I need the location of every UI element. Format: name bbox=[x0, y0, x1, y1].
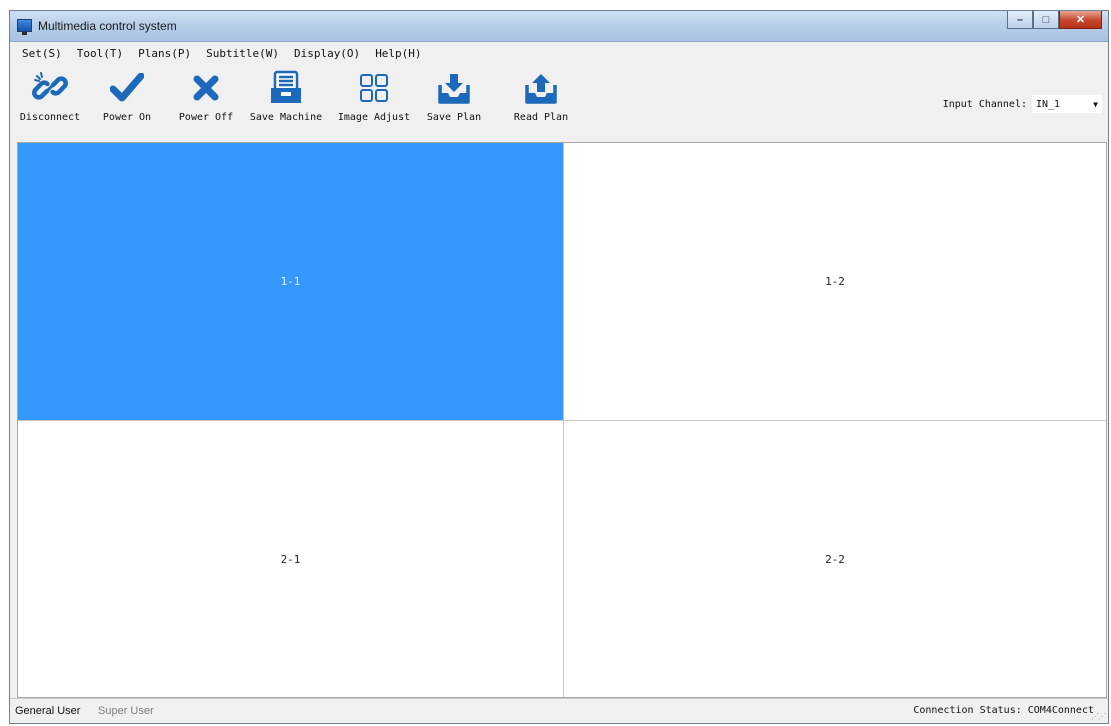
power-off-label: Power Off bbox=[178, 112, 234, 123]
save-machine-button[interactable]: Save Machine bbox=[242, 65, 330, 123]
power-on-label: Power On bbox=[102, 112, 152, 123]
power-off-button[interactable]: Power Off bbox=[170, 65, 242, 123]
screen-cell-2-2[interactable]: 2-2 bbox=[563, 420, 1106, 697]
chevron-down-icon: ▼ bbox=[1093, 99, 1098, 109]
app-monitor-icon bbox=[17, 19, 32, 35]
read-plan-label: Read Plan bbox=[513, 112, 569, 123]
screen-cell-2-1[interactable]: 2-1 bbox=[18, 420, 563, 697]
screen-grid: 1-1 1-2 2-1 2-2 bbox=[17, 142, 1107, 698]
menu-bar: Set(S) Tool(T) Plans(P) Subtitle(W) Disp… bbox=[10, 42, 1108, 64]
menu-set[interactable]: Set(S) bbox=[22, 47, 62, 60]
super-user-status[interactable]: Super User bbox=[98, 705, 154, 717]
screen-cell-label: 2-1 bbox=[280, 552, 301, 566]
image-adjust-label: Image Adjust bbox=[337, 112, 411, 123]
title-bar[interactable]: Multimedia control system – □ ✕ bbox=[10, 11, 1108, 42]
maximize-button[interactable]: □ bbox=[1033, 11, 1059, 29]
connection-status: Connection Status: COM4Connect bbox=[913, 705, 1094, 716]
x-icon bbox=[186, 65, 226, 111]
screen-cell-label: 1-2 bbox=[825, 275, 845, 288]
upload-tray-icon bbox=[521, 65, 561, 111]
window-controls: – □ ✕ bbox=[1007, 11, 1102, 30]
general-user-status[interactable]: General User bbox=[15, 705, 80, 717]
save-machine-label: Save Machine bbox=[249, 112, 323, 123]
screen-cell-label: 1-1 bbox=[280, 275, 301, 288]
main-window: Multimedia control system – □ ✕ Set(S) T… bbox=[9, 10, 1109, 724]
checkmark-icon bbox=[107, 65, 147, 111]
disconnect-button[interactable]: Disconnect bbox=[16, 65, 84, 123]
input-channel-value: IN_1 bbox=[1036, 98, 1061, 110]
image-adjust-button[interactable]: Image Adjust bbox=[331, 65, 417, 123]
window-title: Multimedia control system bbox=[38, 19, 177, 33]
status-bar: General User Super User Connection Statu… bbox=[10, 698, 1108, 723]
save-plan-label: Save Plan bbox=[426, 112, 482, 123]
disconnect-label: Disconnect bbox=[19, 112, 81, 123]
screen-cell-1-1[interactable]: 1-1 bbox=[18, 143, 563, 420]
resize-grip-icon[interactable]: ⋰⋰ bbox=[1091, 712, 1106, 721]
read-plan-button[interactable]: Read Plan bbox=[507, 65, 575, 123]
menu-help[interactable]: Help(H) bbox=[375, 47, 421, 60]
power-on-button[interactable]: Power On bbox=[93, 65, 161, 123]
minimize-button[interactable]: – bbox=[1007, 11, 1033, 29]
toolbar: Disconnect Power On Power Off Save Machi… bbox=[10, 65, 1108, 139]
save-plan-button[interactable]: Save Plan bbox=[420, 65, 488, 123]
input-channel-label: Input Channel: bbox=[942, 98, 1027, 110]
menu-plans[interactable]: Plans(P) bbox=[138, 47, 191, 60]
input-channel: Input Channel: IN_1 ▼ bbox=[943, 95, 1102, 113]
save-machine-icon bbox=[266, 65, 306, 111]
download-tray-icon bbox=[434, 65, 474, 111]
menu-subtitle[interactable]: Subtitle(W) bbox=[206, 47, 279, 60]
menu-tool[interactable]: Tool(T) bbox=[77, 47, 123, 60]
input-channel-select[interactable]: IN_1 ▼ bbox=[1032, 95, 1102, 113]
menu-display[interactable]: Display(O) bbox=[294, 47, 360, 60]
link-icon bbox=[30, 65, 70, 111]
close-button[interactable]: ✕ bbox=[1059, 11, 1102, 29]
screen-cell-label: 2-2 bbox=[825, 552, 845, 566]
grid-icon bbox=[354, 65, 394, 111]
screen-cell-1-2[interactable]: 1-2 bbox=[563, 143, 1106, 420]
